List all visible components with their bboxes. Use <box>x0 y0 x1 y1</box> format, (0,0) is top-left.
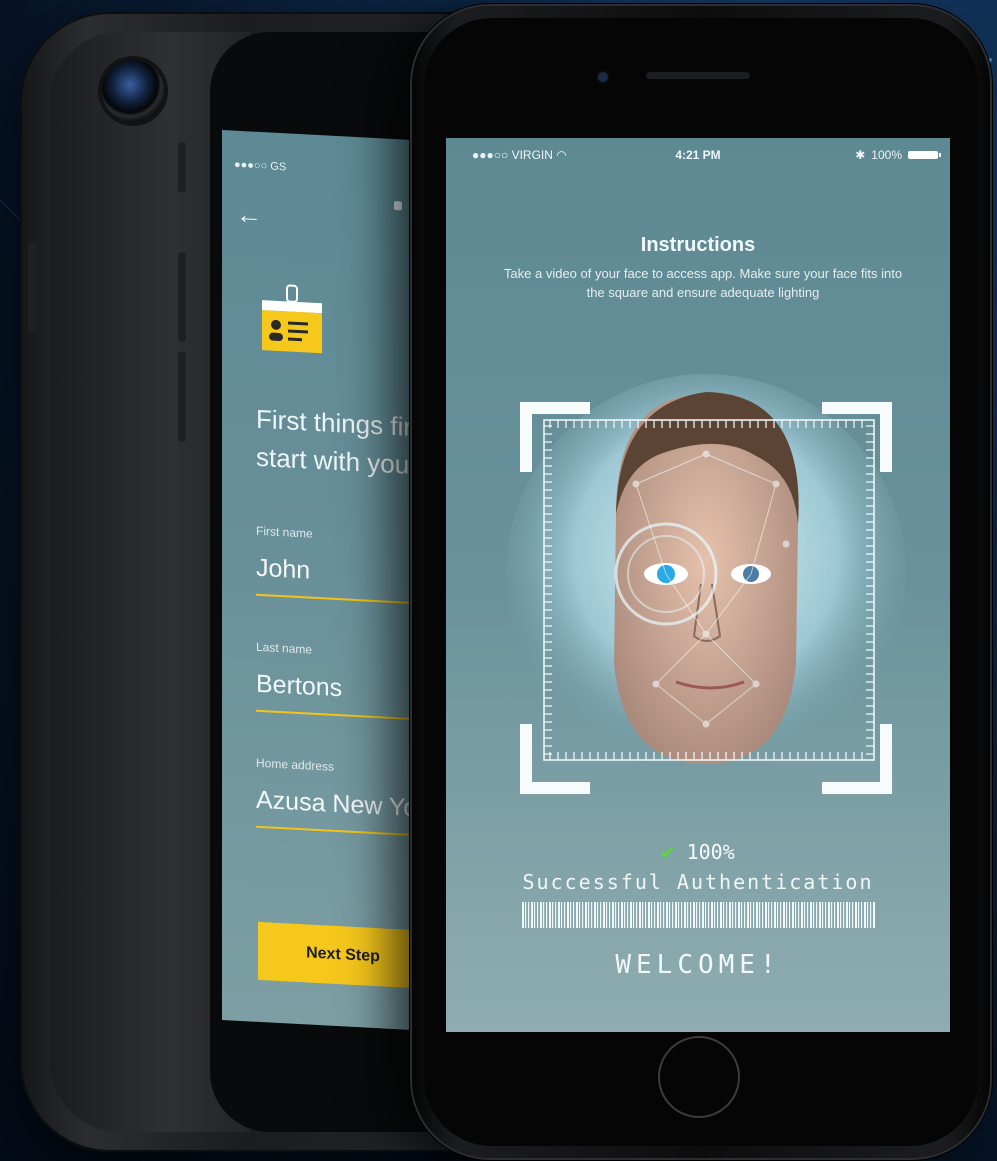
front-phone: ●●●○○ VIRGIN ◠ 4:21 PM ✱ 100% Instructio… <box>412 6 990 1158</box>
last-name-field[interactable]: Bertons <box>256 670 342 704</box>
heading-line-2: start with your d <box>256 441 422 482</box>
home-address-label: Home address <box>256 755 335 774</box>
id-badge-icon <box>262 284 322 354</box>
volume-down-button <box>178 352 186 442</box>
face-image <box>614 392 799 764</box>
rear-camera-icon <box>102 60 164 122</box>
first-name-field[interactable]: John <box>256 554 310 586</box>
last-name-label: Last name <box>256 639 313 657</box>
back-screen: ●●●○○ GS ← First things first start with… <box>222 130 422 1031</box>
home-address-field[interactable]: Azusa New York <box>256 786 422 825</box>
next-step-button[interactable]: Next Step <box>258 921 422 989</box>
instructions-text: Take a video of your face to access app.… <box>503 266 903 300</box>
status-bar: ●●●○○ VIRGIN ◠ 4:21 PM ✱ 100% <box>446 148 950 168</box>
progress-barcode <box>522 902 875 928</box>
first-name-underline <box>256 593 422 605</box>
auth-screen: ●●●○○ VIRGIN ◠ 4:21 PM ✱ 100% Instructio… <box>446 138 950 1032</box>
battery-status: ✱ 100% <box>855 148 941 162</box>
confidence-readout: ✔ 100% <box>446 840 950 865</box>
volume-up-button <box>178 252 186 342</box>
confidence-value: 100% <box>686 840 735 864</box>
check-icon: ✔ <box>661 840 675 865</box>
home-button[interactable] <box>658 1036 740 1118</box>
volume-button <box>28 242 36 332</box>
arrow-left-icon[interactable]: ← <box>236 199 262 230</box>
home-address-underline <box>256 825 422 837</box>
last-name-underline <box>256 709 422 721</box>
page-heading: First things first start with your d <box>256 400 422 488</box>
bluetooth-icon: ✱ <box>855 148 866 162</box>
first-name-label: First name <box>256 523 313 541</box>
auth-result-text: Successful Authentication <box>522 870 874 894</box>
lock-icon <box>394 201 402 211</box>
earpiece-speaker <box>646 72 750 79</box>
battery-percent: 100% <box>871 148 902 162</box>
mute-switch <box>178 142 186 192</box>
face-scan-frame <box>506 374 906 794</box>
welcome-text: WELCOME! <box>615 950 781 980</box>
battery-icon <box>908 151 941 159</box>
status-carrier: ●●●○○ GS <box>234 158 287 174</box>
instructions-title: Instructions <box>640 234 756 256</box>
front-camera-icon <box>598 72 608 82</box>
